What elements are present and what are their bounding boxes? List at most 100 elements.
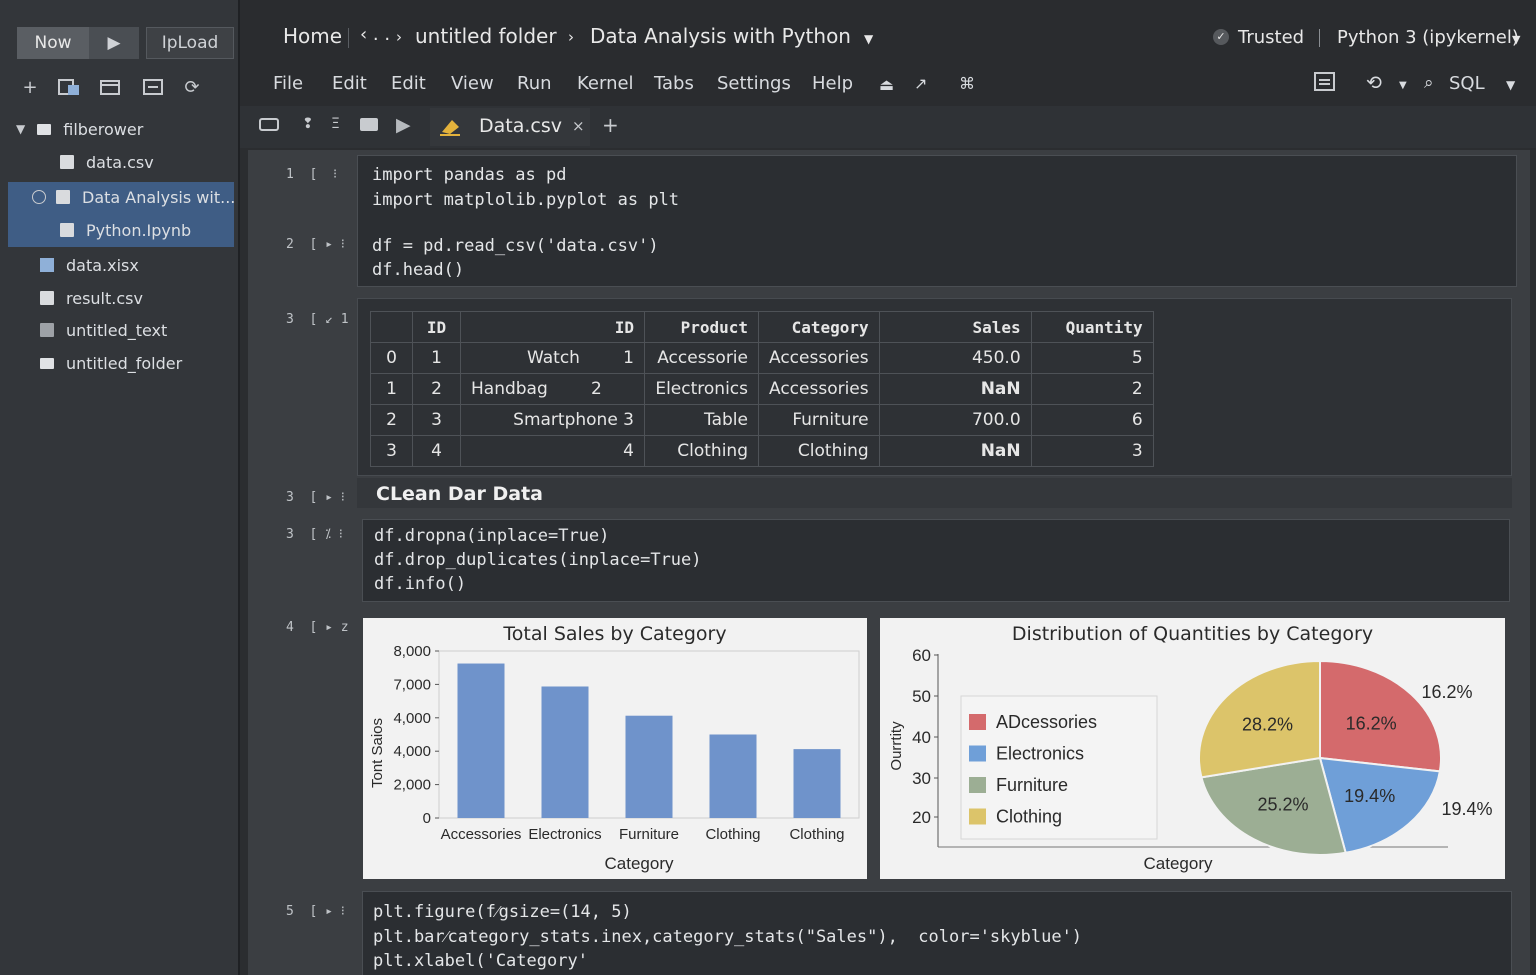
cell-prompt[interactable]: 3 [ ↙ 1 xyxy=(286,312,349,327)
tree-item-notebook[interactable]: Data Analysis wit... xyxy=(0,181,236,213)
table-cell: 3 xyxy=(412,404,461,436)
menu-help[interactable]: Help xyxy=(812,73,853,94)
search-icon[interactable]: ⌕ xyxy=(1424,73,1434,93)
chevron-down-icon[interactable]: ▼ xyxy=(864,32,873,46)
breadcrumb-home[interactable]: Home xyxy=(283,24,342,48)
markdown-cell[interactable]: CLean Dar Data xyxy=(357,478,1512,508)
table-cell: 5 xyxy=(1030,342,1154,374)
kernel-name[interactable]: Python 3 (ipykernel) xyxy=(1337,27,1519,48)
menu-kernel[interactable]: Kernel xyxy=(577,73,634,94)
menu-run[interactable]: Run xyxy=(517,73,552,94)
close-icon[interactable]: × xyxy=(572,117,585,135)
refresh-icon[interactable]: ⟳ xyxy=(180,76,204,98)
x-axis-label: Category xyxy=(1144,854,1213,873)
code-cell[interactable]: plt.figure(f⁄gsize=(14, 5) plt.bar⁄categ… xyxy=(362,891,1512,975)
spreadsheet-icon xyxy=(40,258,54,272)
x-tick-label: Furniture xyxy=(619,826,679,843)
run-icon[interactable]: ▶ xyxy=(89,27,139,59)
add-tab-icon[interactable]: + xyxy=(602,113,619,137)
cell-prompt[interactable]: 3 [ ▸ ⁝ xyxy=(286,490,345,505)
code-line: df.info() xyxy=(374,574,467,594)
chevron-down-icon[interactable]: ▼ xyxy=(1512,33,1520,46)
dataframe-output: ID ID Product Category Sales Quantity 0 … xyxy=(357,298,1512,476)
table-header xyxy=(370,311,413,343)
y-tick-label: 60 xyxy=(912,646,931,665)
table-header: ID xyxy=(460,311,645,343)
legend-label: Furniture xyxy=(996,775,1068,795)
menu-file[interactable]: File xyxy=(273,73,303,94)
play-icon[interactable]: ▶ xyxy=(396,114,411,136)
mail-icon[interactable] xyxy=(360,118,378,131)
breadcrumb-notebook[interactable]: Data Analysis with Python xyxy=(590,24,851,48)
bar-chart-svg: 8,000 7,000 4,000 4,000 2,000 0 Accessories Ele… xyxy=(369,643,860,873)
table-cell: 3 xyxy=(370,435,413,467)
tree-item-label: data.xisx xyxy=(66,255,139,275)
notebook-icon xyxy=(60,223,74,237)
cell-type-icon[interactable] xyxy=(259,118,279,131)
chevron-down-icon[interactable]: ▼ xyxy=(16,122,25,136)
pie-outer-label: 19.4% xyxy=(1441,799,1492,819)
folder-icon[interactable] xyxy=(98,76,122,98)
tree-item-untitled-text[interactable]: untitled_text xyxy=(0,314,236,346)
new-button[interactable]: Now xyxy=(17,27,89,59)
trusted-label[interactable]: Trusted xyxy=(1238,27,1304,48)
tree-item-label: untitled_folder xyxy=(66,353,183,373)
chevron-down-icon[interactable]: ▼ xyxy=(1399,80,1407,91)
command-icon[interactable]: ⌘ xyxy=(959,74,975,93)
pin-icon[interactable]: ❢ xyxy=(302,116,314,132)
tree-item-untitled-folder[interactable]: untitled_folder xyxy=(0,347,236,379)
upload-button[interactable]: IpLoad xyxy=(146,27,234,59)
code-cell[interactable]: df.dropna(inplace=True) df.drop_duplicat… xyxy=(362,519,1510,602)
table-header: Sales xyxy=(878,311,1032,343)
y-tick-label: 0 xyxy=(423,810,431,827)
legend-label: ADcessories xyxy=(996,712,1097,732)
table-row: 2 3 Smartphone 3 Table Furniture 700.0 6 xyxy=(370,404,1154,436)
file-icon xyxy=(40,291,54,305)
cell-prompt[interactable]: 5 [ ▸ ⁝ xyxy=(286,904,345,919)
table-cell: 450.0 xyxy=(878,342,1032,374)
y-tick-label: 20 xyxy=(912,808,931,827)
collapse-icon[interactable] xyxy=(141,76,165,98)
notebook-icon xyxy=(56,190,70,204)
breadcrumb-folder[interactable]: untitled folder xyxy=(415,24,557,48)
y-tick-label: 30 xyxy=(912,769,931,788)
tree-item-data-xlsx[interactable]: data.xisx xyxy=(0,249,236,281)
cell-prompt[interactable]: 3 [ ⁒ ⁝ xyxy=(286,527,343,542)
tree-item-python-ipynb[interactable]: Python.Ipynb xyxy=(0,214,236,246)
table-cell: Table xyxy=(644,404,759,436)
pie-chart-svg: 60 50 40 30 20 Ourrtity Category ADcessories Ele… xyxy=(888,646,1493,873)
bar xyxy=(541,686,589,818)
tree-item-data-csv[interactable]: data.csv xyxy=(0,146,236,178)
pie-pct-label: 19.4% xyxy=(1344,786,1395,806)
cell-prompt[interactable]: 1 [ ⁝ xyxy=(286,167,337,182)
tree-item-result-csv[interactable]: result.csv xyxy=(0,282,236,314)
y-tick-label: 50 xyxy=(912,687,931,706)
code-line: df.dropna(inplace=True) xyxy=(374,526,610,546)
history-icon[interactable]: ⟲ xyxy=(1366,72,1382,94)
table-row: 1 2 Handbag 2 Electronics Accessories Na… xyxy=(370,373,1154,405)
table-cell: 2 xyxy=(412,373,461,405)
menu-settings[interactable]: Settings xyxy=(717,73,791,94)
add-icon[interactable]: + xyxy=(18,76,42,98)
cell-prompt[interactable]: 4 [ ▸ z xyxy=(286,620,349,635)
chevron-right-icon: › xyxy=(568,28,574,46)
menu-edit[interactable]: Edit xyxy=(332,73,367,94)
breadcrumb-ellipsis[interactable]: ‹ . . xyxy=(360,24,390,45)
menu-tabs[interactable]: Tabs xyxy=(654,73,694,94)
trend-icon[interactable]: ↗ xyxy=(914,74,927,93)
table-cell: Clothing xyxy=(758,435,880,467)
menu-view[interactable]: View xyxy=(451,73,494,94)
tree-item-folder[interactable]: ▼ filberower xyxy=(0,113,236,145)
cell-prompt[interactable]: 2 [ ▸ ⁝ xyxy=(286,237,345,252)
pie-pct-label: 16.2% xyxy=(1346,713,1397,733)
menu-edit-2[interactable]: Edit xyxy=(391,73,426,94)
panel-icon[interactable] xyxy=(1314,72,1336,97)
code-cell[interactable]: import pandas as pd import matplolib.pyp… xyxy=(357,155,1517,287)
sql-button[interactable]: SQL xyxy=(1449,73,1485,94)
format-icon[interactable]: Ξ xyxy=(331,116,340,132)
tab-label: Data.csv xyxy=(479,115,562,137)
cloud-icon[interactable]: ⏏ xyxy=(879,75,894,94)
new-folder-icon[interactable] xyxy=(57,76,81,98)
chevron-down-icon[interactable]: ▼ xyxy=(1506,78,1515,92)
markdown-heading: CLean Dar Data xyxy=(376,483,543,505)
